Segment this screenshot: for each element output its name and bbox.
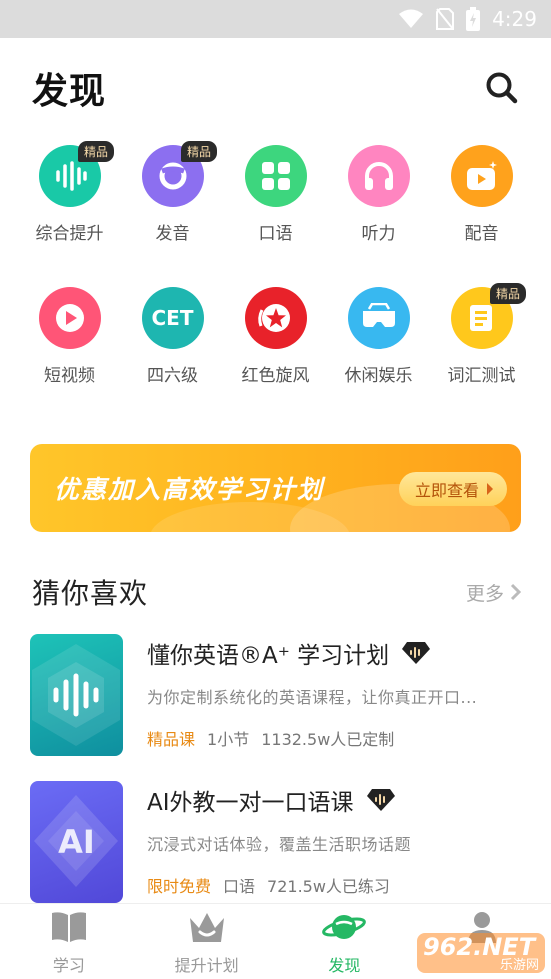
banner-text: 优惠加入高效学习计划 bbox=[54, 475, 325, 504]
course-meta: 限时免费 口语 721.5w人已练习 bbox=[147, 873, 390, 897]
category-item-speaking[interactable]: 口语 bbox=[224, 145, 327, 244]
ai-thumb-text: AI bbox=[58, 823, 95, 861]
status-time: 4:29 bbox=[492, 7, 537, 31]
category-item-pronunciation[interactable]: 精品 发音 bbox=[121, 141, 224, 244]
more-link[interactable]: 更多 bbox=[466, 579, 522, 606]
category-label: 口语 bbox=[258, 224, 293, 244]
course-card[interactable]: AI AI外教一对一口语课 沉浸式对话体验，覆盖生活职场话题 限时免费 口语 7… bbox=[30, 781, 530, 903]
watermark-subtext: 乐游网 bbox=[499, 958, 539, 973]
more-label: 更多 bbox=[465, 582, 504, 605]
promo-banner[interactable]: 优惠加入高效学习计划 立即查看 bbox=[30, 444, 521, 532]
course-info: AI外教一对一口语课 沉浸式对话体验，覆盖生活职场话题 限时免费 口语 721.… bbox=[147, 781, 530, 903]
course-thumbnail bbox=[30, 634, 123, 756]
vr-glasses-icon bbox=[347, 287, 410, 349]
premium-badge: 精品 bbox=[78, 141, 115, 162]
course-sections: 1小节 bbox=[207, 730, 250, 749]
category-label: 四六级 bbox=[147, 366, 198, 386]
diamond-icon bbox=[366, 789, 395, 811]
tab-label: 提升计划 bbox=[174, 956, 239, 975]
tab-upgrade-plan[interactable]: 提升计划 bbox=[138, 904, 276, 979]
play-icon bbox=[38, 287, 101, 349]
premium-badge: 精品 bbox=[181, 141, 218, 162]
category-item-dubbing[interactable]: 配音 bbox=[430, 145, 533, 244]
wifi-icon bbox=[399, 9, 424, 28]
site-watermark: 962.NET 乐游网 bbox=[415, 929, 547, 977]
category-label: 配音 bbox=[464, 224, 499, 244]
course-count: 721.5w人已练习 bbox=[267, 877, 390, 896]
diamond-icon bbox=[402, 642, 431, 664]
category-item-cet[interactable]: CET 四六级 bbox=[121, 287, 224, 386]
category-label: 短视频 bbox=[44, 366, 95, 386]
tab-label: 发现 bbox=[328, 956, 361, 975]
planet-icon bbox=[322, 915, 367, 939]
search-button[interactable] bbox=[482, 68, 522, 108]
status-bar: 4:29 bbox=[0, 0, 551, 38]
category-item-red-whirlwind[interactable]: 红色旋风 bbox=[224, 287, 327, 386]
banner-view-button[interactable]: 立即查看 bbox=[398, 472, 507, 506]
course-info: 懂你英语®A⁺ 学习计划 为你定制系统化的英语课程，让你真正开口... 精品课 … bbox=[147, 634, 530, 756]
category-item-comprehensive[interactable]: 精品 综合提升 bbox=[18, 141, 121, 244]
course-card[interactable]: 懂你英语®A⁺ 学习计划 为你定制系统化的英语课程，让你真正开口... 精品课 … bbox=[30, 634, 530, 756]
cet-icon: CET bbox=[141, 287, 204, 349]
category-grid-row-2: 短视频 CET 四六级 红色旋风 休闲娱乐 精品 词汇测试 bbox=[0, 283, 551, 386]
course-description: 为你定制系统化的英语课程，让你真正开口... bbox=[147, 688, 478, 707]
tab-study[interactable]: 学习 bbox=[0, 904, 138, 979]
course-description: 沉浸式对话体验，覆盖生活职场话题 bbox=[147, 835, 412, 854]
grid-icon bbox=[244, 145, 307, 207]
recommend-section-header: 猜你喜欢 更多 bbox=[32, 572, 522, 612]
course-tag: 限时免费 bbox=[147, 877, 212, 896]
red-star-icon bbox=[244, 287, 307, 349]
course-sections: 口语 bbox=[223, 877, 256, 896]
crown-icon bbox=[189, 913, 224, 942]
category-item-short-video[interactable]: 短视频 bbox=[18, 287, 121, 386]
tab-discover[interactable]: 发现 bbox=[276, 904, 414, 979]
headphones-icon bbox=[347, 145, 410, 207]
category-label: 休闲娱乐 bbox=[344, 366, 413, 386]
search-icon bbox=[486, 72, 518, 104]
category-label: 发音 bbox=[155, 224, 190, 244]
course-meta: 精品课 1小节 1132.5w人已定制 bbox=[147, 726, 394, 750]
cet-icon-text: CET bbox=[151, 306, 194, 330]
category-item-listening[interactable]: 听力 bbox=[327, 145, 430, 244]
dubbing-tv-icon bbox=[450, 145, 513, 207]
book-icon bbox=[51, 912, 86, 942]
course-thumbnail: AI bbox=[30, 781, 123, 903]
course-tag: 精品课 bbox=[147, 730, 196, 749]
premium-badge: 精品 bbox=[490, 283, 527, 304]
category-item-leisure[interactable]: 休闲娱乐 bbox=[327, 287, 430, 386]
header: 发现 bbox=[32, 62, 522, 114]
no-sim-icon bbox=[436, 8, 455, 30]
course-count: 1132.5w人已定制 bbox=[261, 730, 395, 749]
section-title: 猜你喜欢 bbox=[32, 577, 149, 610]
chevron-right-icon bbox=[487, 483, 493, 495]
category-label: 红色旋风 bbox=[241, 366, 310, 386]
course-title: 懂你英语®A⁺ 学习计划 bbox=[147, 643, 390, 669]
page-title: 发现 bbox=[32, 71, 107, 112]
battery-charging-icon bbox=[466, 7, 481, 31]
category-label: 词汇测试 bbox=[447, 366, 516, 386]
chevron-right-icon bbox=[510, 583, 522, 601]
category-label: 听力 bbox=[361, 224, 396, 244]
tab-label: 学习 bbox=[52, 956, 85, 975]
category-item-vocab-test[interactable]: 精品 词汇测试 bbox=[430, 283, 533, 386]
category-label: 综合提升 bbox=[35, 224, 104, 244]
banner-button-label: 立即查看 bbox=[414, 481, 479, 500]
course-title: AI外教一对一口语课 bbox=[147, 790, 354, 816]
category-grid-row-1: 精品 综合提升 精品 发音 口语 听力 配音 bbox=[0, 141, 551, 244]
